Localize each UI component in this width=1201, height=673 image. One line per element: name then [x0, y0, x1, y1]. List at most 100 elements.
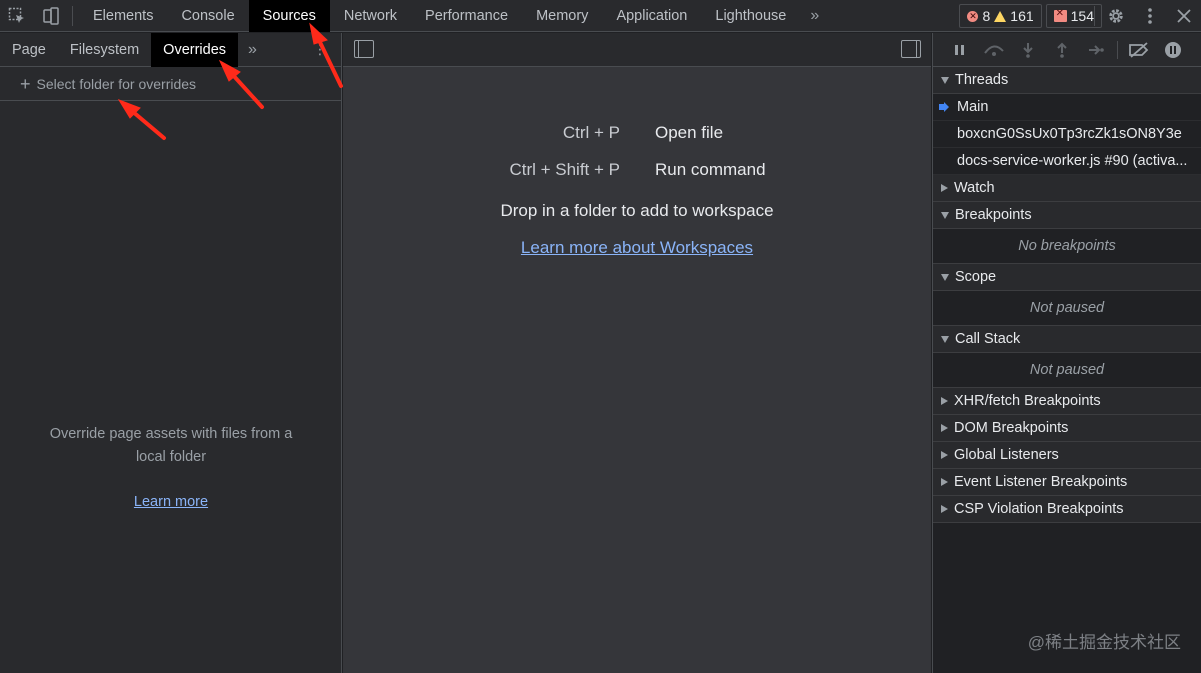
settings-gear-icon[interactable]	[1099, 0, 1133, 32]
device-toolbar-icon[interactable]	[34, 0, 68, 32]
thread-item[interactable]: Main	[933, 94, 1201, 121]
sources-navigator: Page Filesystem Overrides » ⋮ + Select f…	[0, 32, 342, 673]
more-options-kebab-icon[interactable]	[1133, 0, 1167, 32]
expanded-triangle-icon	[941, 273, 949, 281]
thread-name: Main	[957, 99, 989, 115]
toolbar-divider	[1094, 6, 1095, 26]
step-into-icon[interactable]	[1011, 33, 1045, 67]
breakpoints-title: Breakpoints	[955, 207, 1032, 223]
step-out-icon[interactable]	[1045, 33, 1079, 67]
scope-title: Scope	[955, 269, 997, 285]
shortcut-action: Run command	[655, 160, 766, 179]
watch-pane-header[interactable]: Watch	[933, 175, 1201, 202]
tab-page[interactable]: Page	[0, 33, 58, 67]
step-over-icon[interactable]	[977, 33, 1011, 67]
debugger-sidebar: Threads Main boxcnG0SsUx0Tp3rcZk1sON8Y3e…	[932, 33, 1201, 673]
inspect-element-icon[interactable]	[0, 0, 34, 32]
select-folder-button[interactable]: + Select folder for overrides	[0, 67, 341, 101]
overrides-empty-message: Override page assets with files from a l…	[49, 426, 293, 465]
more-navigator-tabs-chevron-icon[interactable]: »	[238, 41, 267, 59]
debugger-toolbar	[933, 33, 1201, 67]
call-stack-title: Call Stack	[955, 331, 1021, 347]
expanded-triangle-icon	[941, 335, 949, 343]
editor-toolbar	[343, 33, 931, 67]
select-folder-label: Select folder for overrides	[36, 75, 197, 92]
tab-performance[interactable]: Performance	[411, 0, 522, 32]
shortcut-row: Ctrl + P Open file	[343, 123, 931, 160]
error-warning-counter[interactable]: ✕ 8 161	[959, 4, 1042, 28]
toolbar-divider	[72, 5, 73, 26]
breakpoints-pane-header[interactable]: Breakpoints	[933, 202, 1201, 229]
call-stack-not-paused-message: Not paused	[933, 353, 1201, 388]
workspaces-learn-more-link: Learn more about Workspaces	[343, 238, 931, 258]
pane-title: Event Listener Breakpoints	[954, 474, 1128, 490]
expanded-triangle-icon	[941, 76, 949, 84]
threads-pane-header[interactable]: Threads	[933, 67, 1201, 94]
pause-on-exceptions-icon[interactable]	[1156, 33, 1190, 67]
tab-overrides[interactable]: Overrides	[151, 32, 239, 67]
pane-title: Global Listeners	[954, 447, 1059, 463]
thread-name: boxcnG0SsUx0Tp3rcZk1sON8Y3e	[957, 126, 1182, 142]
workspaces-link-text[interactable]: Learn more about Workspaces	[521, 238, 753, 257]
pane-title: XHR/fetch Breakpoints	[954, 393, 1101, 409]
devtools-tab-bar: Elements Console Sources Network Perform…	[0, 0, 1201, 32]
plus-icon: +	[20, 73, 31, 94]
learn-more-link[interactable]: Learn more	[134, 491, 208, 514]
navigator-menu-kebab-icon[interactable]: ⋮	[313, 41, 327, 58]
editor-shortcuts: Ctrl + P Open file Ctrl + Shift + P Run …	[343, 123, 931, 197]
watch-title: Watch	[954, 180, 995, 196]
collapsed-triangle-icon	[941, 184, 948, 192]
pane-title: CSP Violation Breakpoints	[954, 501, 1124, 517]
global-listeners-pane-header[interactable]: Global Listeners	[933, 442, 1201, 469]
collapsed-triangle-icon	[941, 505, 948, 513]
tab-console[interactable]: Console	[167, 0, 248, 32]
toggle-navigator-icon[interactable]	[354, 40, 374, 58]
scope-not-paused-message: Not paused	[933, 291, 1201, 326]
toggle-debugger-icon[interactable]	[901, 40, 921, 58]
console-counters[interactable]: ✕ 8 161 154	[959, 4, 1102, 28]
tab-application[interactable]: Application	[602, 0, 701, 32]
more-tabs-chevron-icon[interactable]: »	[800, 0, 829, 32]
deactivate-breakpoints-icon[interactable]	[1122, 33, 1156, 67]
shortcut-action: Open file	[655, 123, 724, 142]
collapsed-triangle-icon	[941, 451, 948, 459]
toolbar-divider	[1117, 40, 1118, 59]
collapsed-triangle-icon	[941, 397, 948, 405]
warning-count: 161	[1010, 8, 1034, 24]
editor-area: Ctrl + P Open file Ctrl + Shift + P Run …	[343, 33, 931, 673]
no-breakpoints-message: No breakpoints	[933, 229, 1201, 264]
navigator-tabs: Page Filesystem Overrides » ⋮	[0, 32, 341, 67]
close-devtools-icon[interactable]	[1167, 0, 1201, 32]
scope-pane-header[interactable]: Scope	[933, 264, 1201, 291]
tab-sources[interactable]: Sources	[248, 0, 330, 32]
call-stack-pane-header[interactable]: Call Stack	[933, 326, 1201, 353]
overrides-empty-state: Override page assets with files from a l…	[0, 423, 342, 514]
collapsed-triangle-icon	[941, 478, 948, 486]
watermark: @稀土掘金技术社区	[1027, 633, 1181, 652]
error-count: 8	[982, 8, 991, 24]
tab-elements[interactable]: Elements	[79, 0, 167, 32]
tab-lighthouse[interactable]: Lighthouse	[701, 0, 800, 32]
thread-item[interactable]: boxcnG0SsUx0Tp3rcZk1sON8Y3e	[933, 121, 1201, 148]
csp-violation-breakpoints-pane-header[interactable]: CSP Violation Breakpoints	[933, 496, 1201, 523]
pause-icon[interactable]	[943, 33, 977, 67]
dom-breakpoints-pane-header[interactable]: DOM Breakpoints	[933, 415, 1201, 442]
drop-folder-hint: Drop in a folder to add to workspace	[500, 201, 774, 220]
tab-network[interactable]: Network	[330, 0, 411, 32]
warning-icon	[994, 10, 1007, 22]
shortcut-keys: Ctrl + Shift + P	[509, 160, 620, 179]
threads-title: Threads	[955, 72, 1009, 88]
xhr-breakpoints-pane-header[interactable]: XHR/fetch Breakpoints	[933, 388, 1201, 415]
pane-title: DOM Breakpoints	[954, 420, 1069, 436]
step-icon[interactable]	[1079, 33, 1113, 67]
shortcut-keys: Ctrl + P	[562, 123, 620, 142]
error-icon: ✕	[967, 10, 979, 22]
thread-name: docs-service-worker.js #90 (activa...	[957, 153, 1188, 169]
expanded-triangle-icon	[941, 211, 949, 219]
current-thread-arrow-icon	[939, 102, 949, 112]
tab-filesystem[interactable]: Filesystem	[58, 33, 151, 67]
thread-item[interactable]: docs-service-worker.js #90 (activa...	[933, 148, 1201, 175]
collapsed-triangle-icon	[941, 424, 948, 432]
event-listener-breakpoints-pane-header[interactable]: Event Listener Breakpoints	[933, 469, 1201, 496]
tab-memory[interactable]: Memory	[522, 0, 602, 32]
